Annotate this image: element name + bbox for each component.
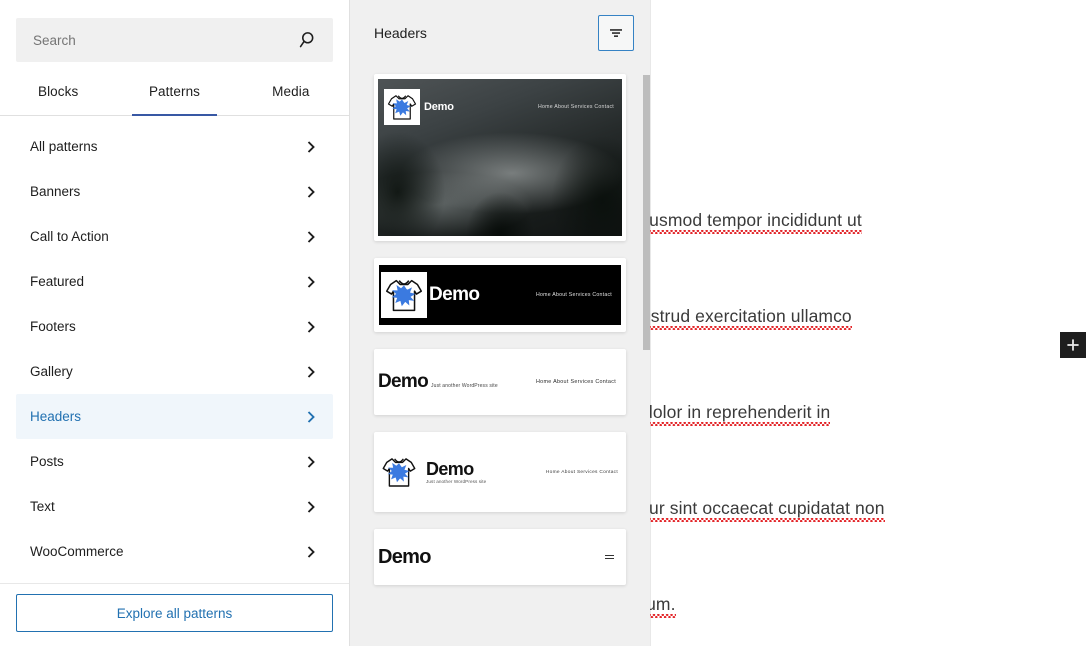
- pattern-brand-stack: Demo Just another WordPress site: [426, 460, 486, 484]
- sidebar-item-label: Posts: [30, 454, 64, 469]
- sidebar-item-label: Banners: [30, 184, 81, 199]
- pattern-bottom-spacer: [378, 236, 622, 241]
- sidebar-item-label: Footers: [30, 319, 76, 334]
- filter-button[interactable]: [598, 15, 634, 51]
- pattern-card[interactable]: Demo Home About Services Contact: [374, 258, 626, 332]
- tab-patterns[interactable]: Patterns: [116, 68, 232, 116]
- pattern-card[interactable]: Demo Just another WordPress site Home Ab…: [374, 432, 626, 512]
- block-inserter-plus-button[interactable]: [1060, 332, 1086, 358]
- chevron-right-icon: [307, 230, 315, 243]
- inserter-tabs: Blocks Patterns Media: [0, 68, 349, 116]
- sidebar-item-headers[interactable]: Headers: [16, 394, 333, 439]
- paragraph-line-text: unt mollit anim id est laborum.: [650, 594, 676, 614]
- paragraph-line: onsequat. Duis aute irure dolor in repre…: [650, 396, 1062, 428]
- patterns-scrollbar[interactable]: [643, 75, 650, 350]
- pattern-top-spacer: [378, 74, 622, 79]
- sidebar-item-footers[interactable]: Footers: [16, 304, 333, 349]
- pattern-tagline: Just another WordPress site: [431, 383, 498, 389]
- pattern-brand-label: Demo: [424, 101, 454, 113]
- sidebar-item-woocommerce[interactable]: WooCommerce: [16, 529, 333, 574]
- pattern-brand: Demo: [384, 89, 454, 125]
- pattern-brand-label: Demo: [426, 459, 474, 479]
- pattern-card[interactable]: Demo: [374, 529, 626, 585]
- patterns-panel-header: Headers: [350, 0, 650, 66]
- sidebar-item-call-to-action[interactable]: Call to Action: [16, 214, 333, 259]
- tab-media-label: Media: [272, 84, 310, 99]
- paragraph-line-text: onsequat. Duis aute irure dolor in repre…: [650, 402, 830, 422]
- chevron-right-icon: [307, 455, 315, 468]
- chevron-right-icon: [307, 500, 315, 513]
- sidebar-item-banners[interactable]: Banners: [16, 169, 333, 214]
- sidebar-item-label: WooCommerce: [30, 544, 124, 559]
- paragraph-line: , ad minim veniam, quis nostrud exercita…: [650, 300, 1062, 332]
- tab-blocks[interactable]: Blocks: [0, 68, 116, 115]
- editor-canvas[interactable]: ur adipiscing elit, sed do eiusmod tempo…: [650, 0, 1086, 646]
- tshirt-logo-icon: [378, 451, 420, 493]
- chevron-right-icon: [307, 140, 315, 153]
- inserter-sidebar: Blocks Patterns Media All patterns Banne…: [0, 0, 350, 646]
- paragraph-text[interactable]: ur adipiscing elit, sed do eiusmod tempo…: [650, 140, 1062, 646]
- sidebar-item-label: Featured: [30, 274, 85, 289]
- sidebar-item-label: Headers: [30, 409, 82, 424]
- chevron-right-icon: [307, 185, 315, 198]
- paragraph-line-text: giat nulla pariatur. Excepteur sint occa…: [650, 498, 885, 518]
- pattern-brand: Demo: [381, 272, 480, 318]
- sidebar-item-featured[interactable]: Featured: [16, 259, 333, 304]
- search-section: [0, 0, 349, 62]
- sidebar-item-label: Gallery: [30, 364, 73, 379]
- explore-all-patterns-button[interactable]: Explore all patterns: [16, 594, 333, 632]
- patterns-list[interactable]: Demo Home About Services Contact Demo Ho…: [350, 66, 650, 646]
- chevron-right-icon: [307, 365, 315, 378]
- pattern-nav-links: Home About Services Contact: [535, 379, 616, 385]
- explore-section: Explore all patterns: [0, 583, 349, 646]
- chevron-right-icon: [307, 320, 315, 333]
- plus-icon: [1067, 339, 1079, 351]
- patterns-preview-panel: Headers Demo Home About Services Contact…: [350, 0, 650, 646]
- pattern-brand: Demo Just another WordPress site: [378, 451, 486, 493]
- block-inserter-screen: Blocks Patterns Media All patterns Banne…: [0, 0, 1086, 646]
- pattern-brand-label: Demo: [378, 545, 431, 568]
- sidebar-item-label: All patterns: [30, 139, 98, 154]
- pattern-nav-links: Home About Services Contact: [538, 104, 614, 110]
- pattern-card[interactable]: Demo Just another WordPress site Home Ab…: [374, 349, 626, 415]
- pattern-category-list: All patterns Banners Call to Action Feat…: [0, 116, 349, 583]
- sidebar-item-label: Call to Action: [30, 229, 109, 244]
- chevron-right-icon: [307, 410, 315, 423]
- search-input[interactable]: [33, 32, 298, 48]
- sidebar-item-all-patterns[interactable]: All patterns: [16, 124, 333, 169]
- tshirt-logo-icon: [381, 272, 427, 318]
- sidebar-item-text[interactable]: Text: [16, 484, 333, 529]
- sidebar-item-posts[interactable]: Posts: [16, 439, 333, 484]
- tshirt-logo-icon: [384, 89, 420, 125]
- pattern-brand-label: Demo: [429, 284, 480, 305]
- chevron-right-icon: [307, 545, 315, 558]
- paragraph-line-text: , ad minim veniam, quis nostrud exercita…: [650, 306, 852, 326]
- sidebar-item-label: Text: [30, 499, 55, 514]
- pattern-brand-label: Demo: [378, 371, 429, 392]
- sidebar-item-gallery[interactable]: Gallery: [16, 349, 333, 394]
- chevron-right-icon: [307, 275, 315, 288]
- pattern-tagline: Just another WordPress site: [426, 479, 487, 484]
- pattern-black-bar: Demo Home About Services Contact: [379, 265, 621, 325]
- tab-blocks-label: Blocks: [37, 84, 79, 99]
- paragraph-block[interactable]: ur adipiscing elit, sed do eiusmod tempo…: [650, 140, 1062, 646]
- pattern-nav-links: Home About Services Contact: [536, 292, 612, 298]
- search-box[interactable]: [16, 18, 333, 62]
- pattern-brand: Demo Just another WordPress site: [378, 371, 498, 393]
- paragraph-line: ur adipiscing elit, sed do eiusmod tempo…: [650, 204, 1062, 236]
- pattern-card[interactable]: Demo Home About Services Contact: [374, 74, 626, 241]
- hamburger-menu-icon: [605, 554, 614, 560]
- pattern-nav-row: Demo Home About Services Contact: [378, 82, 622, 132]
- filter-icon: [610, 29, 622, 37]
- paragraph-line: unt mollit anim id est laborum.: [650, 588, 1062, 620]
- patterns-panel-title: Headers: [374, 25, 427, 41]
- search-icon: [298, 29, 320, 51]
- paragraph-line-text: ur adipiscing elit, sed do eiusmod tempo…: [650, 210, 862, 230]
- tab-patterns-label: Patterns: [148, 84, 201, 99]
- tab-media[interactable]: Media: [233, 68, 349, 115]
- pattern-nav-links: Home About Services Contact: [545, 469, 618, 475]
- paragraph-line: giat nulla pariatur. Excepteur sint occa…: [650, 492, 1062, 524]
